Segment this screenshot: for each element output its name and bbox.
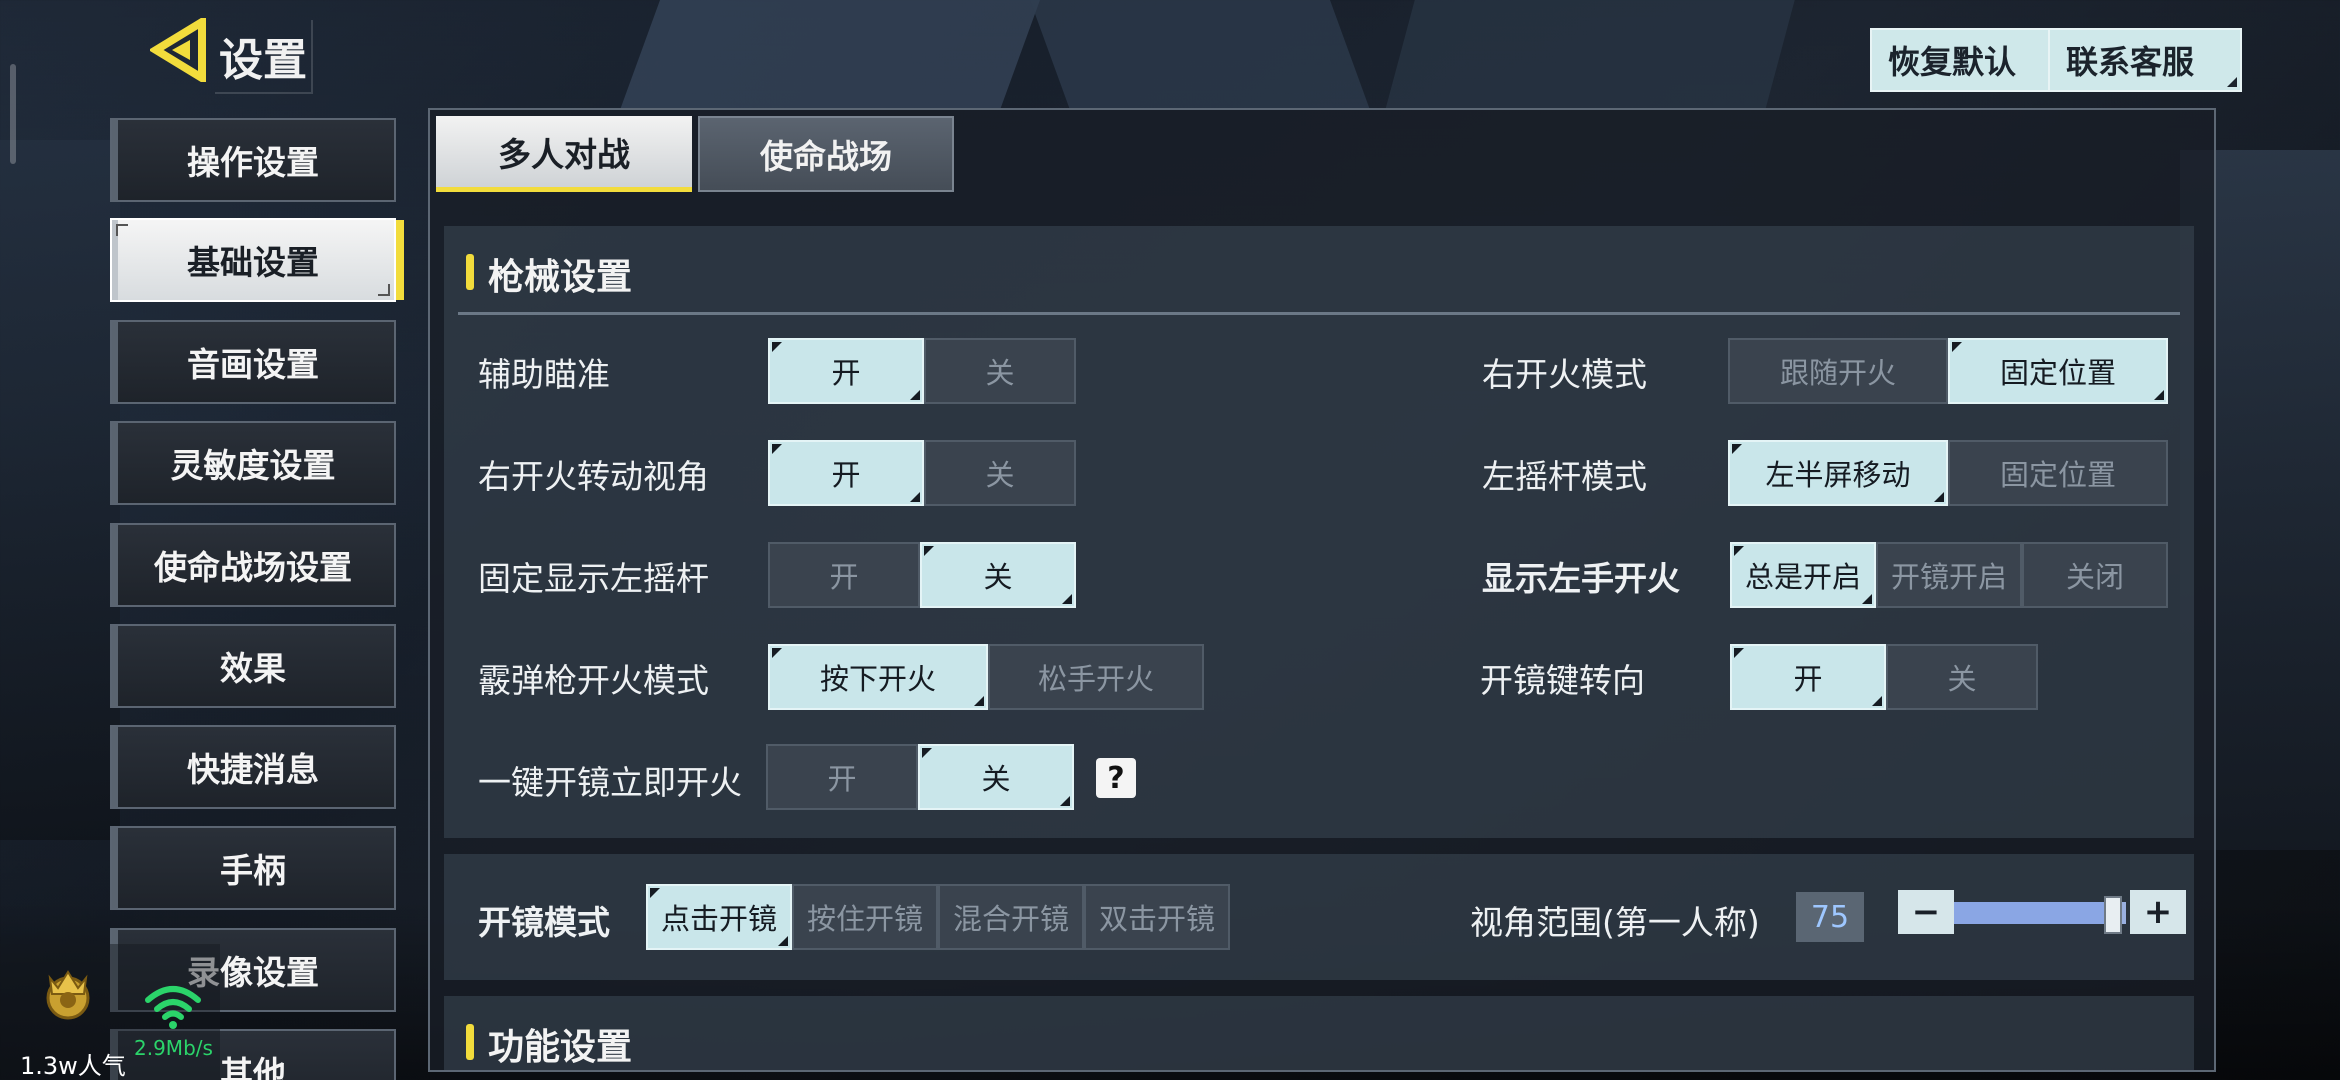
option-follow-fire[interactable]: 跟随开火: [1728, 338, 1948, 404]
sidebar-item-sensitivity[interactable]: 灵敏度设置: [110, 421, 396, 505]
section-title: 功能设置: [466, 1018, 632, 1070]
option-release-fire[interactable]: 松手开火: [988, 644, 1204, 710]
quick-scope-fire-label: 一键开镜立即开火: [478, 763, 742, 802]
option-mixed-scope[interactable]: 混合开镜: [938, 884, 1084, 950]
scope-mode-selector: 点击开镜 按住开镜 混合开镜 双击开镜: [646, 884, 1230, 950]
sidebar-item-battle-royale[interactable]: 使命战场设置: [110, 523, 396, 607]
section-divider: [458, 312, 2180, 315]
fixed-left-joystick-label: 固定显示左摇杆: [478, 559, 709, 598]
right-fire-rotate-toggle: 开 关: [768, 440, 1076, 506]
option-press-fire[interactable]: 按下开火: [768, 644, 988, 710]
corner-mark: [378, 284, 390, 296]
option-on[interactable]: 开: [768, 542, 920, 608]
section-title: 枪械设置: [466, 248, 632, 300]
option-half-screen-move[interactable]: 左半屏移动: [1728, 440, 1948, 506]
left-hand-fire-label: 显示左手开火: [1482, 559, 1680, 598]
sidebar-item-effects[interactable]: 效果: [110, 624, 396, 708]
scope-mode-section: 开镜模式 点击开镜 按住开镜 混合开镜 双击开镜 视角范围(第一人称) 75 −…: [444, 854, 2194, 980]
scope-key-turn-toggle: 开 关: [1730, 644, 2038, 710]
option-off[interactable]: 关: [924, 440, 1076, 506]
option-off[interactable]: 关: [924, 338, 1076, 404]
option-fixed-position[interactable]: 固定位置: [1948, 440, 2168, 506]
shotgun-fire-mode-toggle: 按下开火 松手开火: [768, 644, 1204, 710]
option-hold-scope[interactable]: 按住开镜: [792, 884, 938, 950]
option-double-tap-scope[interactable]: 双击开镜: [1084, 884, 1230, 950]
option-on[interactable]: 开: [1730, 644, 1886, 710]
background-shape: [0, 140, 120, 840]
settings-panel: 多人对战 使命战场 枪械设置 辅助瞄准 开 关 右开火转动视角 开 关 固定显示…: [428, 108, 2216, 1072]
corner-mark: [116, 224, 128, 236]
wifi-icon: [144, 984, 202, 1030]
option-off[interactable]: 关: [918, 744, 1074, 810]
option-scope-on[interactable]: 开镜开启: [1876, 542, 2022, 608]
option-tap-scope[interactable]: 点击开镜: [646, 884, 792, 950]
right-fire-mode-toggle: 跟随开火 固定位置: [1728, 338, 2168, 404]
fixed-left-joystick-toggle: 开 关: [768, 542, 1076, 608]
fov-decrease-button[interactable]: −: [1898, 890, 1954, 934]
left-hand-fire-toggle: 总是开启 开镜开启 关闭: [1730, 542, 2168, 608]
help-icon[interactable]: ?: [1096, 758, 1136, 798]
background-shape: [1029, 0, 1371, 110]
sidebar-item-basic[interactable]: 基础设置: [110, 218, 404, 302]
sidebar-item-quick-messages[interactable]: 快捷消息: [110, 725, 396, 809]
shotgun-fire-mode-label: 霰弹枪开火模式: [478, 661, 709, 700]
option-off[interactable]: 关: [920, 542, 1076, 608]
background-shape: [1385, 0, 1795, 110]
restore-defaults-button[interactable]: 恢复默认: [1870, 28, 2064, 92]
edge-handle: [10, 64, 16, 164]
sidebar-item-audio-video[interactable]: 音画设置: [110, 320, 396, 404]
fov-slider[interactable]: [1954, 896, 2126, 934]
quick-scope-fire-toggle: 开 关: [766, 744, 1074, 810]
option-off[interactable]: 关: [1886, 644, 2038, 710]
background-shape: [619, 0, 1041, 110]
option-on[interactable]: 开: [766, 744, 918, 810]
option-on[interactable]: 开: [768, 338, 924, 404]
left-joystick-mode-label: 左摇杆模式: [1482, 457, 1647, 496]
sidebar-item-label: 基础设置: [187, 243, 319, 282]
function-settings-section: 功能设置: [444, 996, 2194, 1070]
fov-label: 视角范围(第一人称): [1470, 903, 1760, 942]
aim-assist-label: 辅助瞄准: [478, 355, 610, 394]
aim-assist-toggle: 开 关: [768, 338, 1076, 404]
option-off[interactable]: 关闭: [2022, 542, 2168, 608]
option-fixed-position[interactable]: 固定位置: [1948, 338, 2168, 404]
contact-support-button[interactable]: 联系客服: [2048, 28, 2242, 92]
option-on[interactable]: 开: [768, 440, 924, 506]
back-arrow-icon[interactable]: [148, 14, 206, 86]
option-always-on[interactable]: 总是开启: [1730, 542, 1876, 608]
right-fire-rotate-label: 右开火转动视角: [478, 457, 709, 496]
right-fire-mode-label: 右开火模式: [1482, 355, 1647, 394]
fov-slider-fill: [1954, 902, 2113, 924]
tab-multiplayer[interactable]: 多人对战: [436, 116, 692, 192]
page-title: 设置: [215, 20, 313, 94]
sidebar-item-controls[interactable]: 操作设置: [110, 118, 396, 202]
network-speed: 2.9Mb/s: [134, 1036, 213, 1060]
popularity-count: 1.3w人气: [20, 1052, 126, 1080]
left-joystick-mode-toggle: 左半屏移动 固定位置: [1728, 440, 2168, 506]
fov-value: 75: [1796, 892, 1864, 942]
scope-mode-label: 开镜模式: [478, 903, 610, 942]
scope-key-turn-label: 开镜键转向: [1480, 661, 1645, 700]
sidebar-item-controller[interactable]: 手柄: [110, 826, 396, 910]
fov-slider-thumb[interactable]: [2104, 896, 2123, 934]
rank-crown-icon[interactable]: [38, 964, 98, 1024]
tab-battle-royale[interactable]: 使命战场: [698, 116, 954, 192]
fov-increase-button[interactable]: +: [2130, 890, 2186, 934]
weapon-settings-section: 枪械设置 辅助瞄准 开 关 右开火转动视角 开 关 固定显示左摇杆 开 关 霰弹…: [444, 226, 2194, 838]
